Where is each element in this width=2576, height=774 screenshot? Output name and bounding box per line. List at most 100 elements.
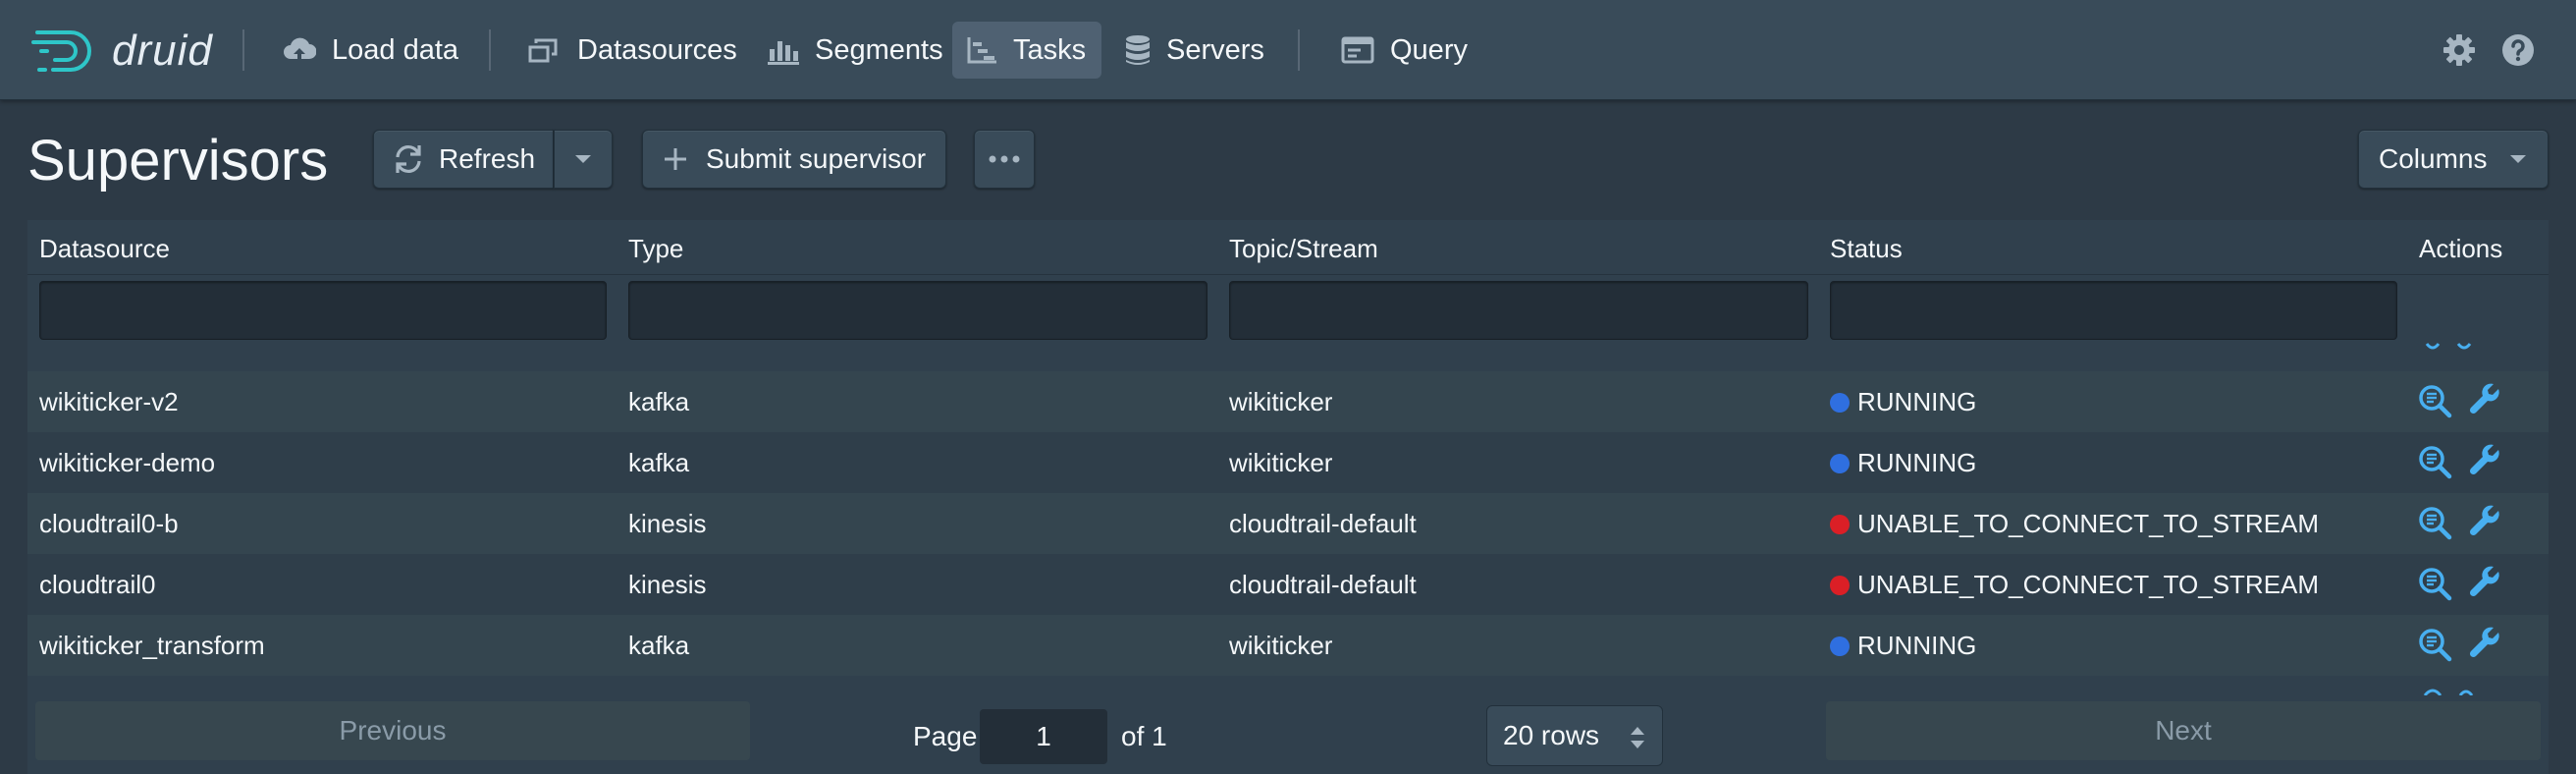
- nav-query[interactable]: Query: [1327, 22, 1481, 79]
- cell-type: kafka: [628, 631, 690, 660]
- cell-status: UNABLE_TO_CONNECT_TO_STREAM: [1830, 509, 2319, 539]
- scroll-hint-icon: [2425, 343, 2472, 350]
- nav-label: Query: [1390, 33, 1468, 66]
- cell-datasource: wikiticker-demo: [39, 448, 216, 477]
- scroll-hint-icon: [2423, 689, 2474, 695]
- cloud-upload-icon: [284, 37, 316, 63]
- cell-datasource: wikiticker-v2: [39, 387, 179, 416]
- table-header: Datasource Type Topic/Stream Status Acti…: [27, 220, 2549, 275]
- table-row: wikiticker_transform kafka wikiticker RUNNI…: [27, 615, 2549, 676]
- druid-logo-icon: [31, 30, 91, 72]
- multi-select-icon: [528, 38, 558, 63]
- nav-divider: [489, 29, 491, 71]
- stacked-chart-icon: [768, 41, 799, 65]
- cell-topic: wikiticker: [1229, 631, 1333, 660]
- cell-type: kafka: [628, 448, 690, 477]
- cell-type: kafka: [628, 387, 690, 416]
- nav-label: Servers: [1166, 33, 1264, 66]
- caret-down-icon: [2510, 155, 2527, 163]
- view-details-icon[interactable]: [2417, 566, 2452, 601]
- help-icon[interactable]: [2501, 33, 2535, 67]
- refresh-label: Refresh: [439, 143, 536, 174]
- view-details-icon[interactable]: [2417, 505, 2452, 540]
- database-icon: [1126, 35, 1150, 65]
- view-details-icon[interactable]: [2417, 627, 2452, 662]
- header-type[interactable]: Type: [628, 234, 683, 264]
- status-text: RUNNING: [1857, 387, 1977, 416]
- more-options-button[interactable]: [974, 130, 1035, 189]
- top-navbar: druid Load data Datasources Segments Tas…: [0, 0, 2576, 100]
- wrench-icon[interactable]: [2468, 383, 2503, 418]
- nav-servers[interactable]: Servers: [1111, 22, 1278, 79]
- status-dot-icon: [1830, 454, 1850, 473]
- rows-per-page-label: 20 rows: [1503, 720, 1600, 750]
- table-row: cloudtrail0-b kinesis cloudtrail-default UN…: [27, 493, 2549, 554]
- datasource-filter-input[interactable]: [39, 281, 607, 340]
- status-dot-icon: [1830, 393, 1850, 413]
- cell-datasource: cloudtrail0: [39, 570, 156, 599]
- page-number-input[interactable]: 1: [980, 709, 1107, 764]
- nav-tasks[interactable]: Tasks: [952, 22, 1101, 79]
- cell-topic: wikiticker: [1229, 387, 1333, 416]
- refresh-icon: [396, 144, 421, 174]
- page-label: Page: [913, 721, 978, 751]
- view-details-icon[interactable]: [2417, 444, 2452, 479]
- nav-load-data[interactable]: Load data: [269, 22, 472, 79]
- nav-divider: [1298, 29, 1300, 71]
- logo-text: druid: [112, 27, 213, 75]
- submit-supervisor-label: Submit supervisor: [706, 143, 927, 174]
- wrench-icon[interactable]: [2468, 627, 2503, 662]
- wrench-icon[interactable]: [2468, 505, 2503, 540]
- nav-label: Tasks: [1013, 33, 1087, 66]
- status-text: RUNNING: [1857, 631, 1977, 660]
- nav-segments[interactable]: Segments: [754, 22, 957, 79]
- cell-datasource: wikiticker_transform: [39, 631, 265, 660]
- more-icon: [989, 155, 1020, 163]
- cell-status: RUNNING: [1830, 387, 1976, 417]
- status-dot-icon: [1830, 636, 1850, 656]
- nav-datasources[interactable]: Datasources: [514, 22, 751, 79]
- application-icon: [1341, 36, 1374, 64]
- next-button[interactable]: Next: [1826, 701, 2541, 760]
- wrench-icon[interactable]: [2468, 444, 2503, 479]
- cell-datasource: cloudtrail0-b: [39, 509, 179, 538]
- supervisors-table: Datasource Type Topic/Stream Status Acti…: [27, 220, 2549, 695]
- nav-label: Load data: [332, 33, 459, 66]
- view-details-icon[interactable]: [2417, 383, 2452, 418]
- druid-logo[interactable]: druid: [31, 26, 213, 77]
- status-text: UNABLE_TO_CONNECT_TO_STREAM: [1857, 509, 2320, 538]
- cell-status: RUNNING: [1830, 631, 1976, 661]
- submit-supervisor-button[interactable]: Submit supervisor: [642, 130, 946, 189]
- type-filter-input[interactable]: [628, 281, 1208, 340]
- status-dot-icon: [1830, 576, 1850, 595]
- plus-icon: [665, 148, 686, 170]
- caret-down-icon: [575, 155, 591, 163]
- header-status[interactable]: Status: [1830, 234, 1903, 264]
- status-filter-input[interactable]: [1830, 281, 2397, 340]
- wrench-icon[interactable]: [2468, 566, 2503, 601]
- refresh-button[interactable]: Refresh: [373, 130, 554, 189]
- header-datasource[interactable]: Datasource: [39, 234, 170, 264]
- topic-filter-input[interactable]: [1229, 281, 1808, 340]
- header-actions: Actions: [2419, 234, 2503, 263]
- cell-status: RUNNING: [1830, 448, 1976, 478]
- cell-type: kinesis: [628, 509, 707, 538]
- cell-topic: cloudtrail-default: [1229, 509, 1417, 538]
- cell-topic: wikiticker: [1229, 448, 1333, 477]
- page-title: Supervisors: [27, 129, 329, 193]
- status-text: UNABLE_TO_CONNECT_TO_STREAM: [1857, 570, 2320, 599]
- columns-button[interactable]: Columns: [2358, 130, 2549, 189]
- cell-topic: cloudtrail-default: [1229, 570, 1417, 599]
- nav-divider: [242, 29, 244, 71]
- page-count-label: of 1: [1121, 721, 1167, 751]
- nav-label: Datasources: [577, 33, 737, 66]
- refresh-options-button[interactable]: [554, 130, 613, 189]
- gear-icon[interactable]: [2442, 33, 2476, 67]
- previous-button[interactable]: Previous: [35, 701, 750, 760]
- table-row: wikiticker-demo kafka wikiticker RUNNING: [27, 432, 2549, 493]
- pagination-bar: Previous Page 1 of 1 20 rows Next: [27, 695, 2549, 774]
- nav-label: Segments: [815, 33, 943, 66]
- rows-per-page-select[interactable]: 20 rows: [1486, 705, 1663, 766]
- header-topic-stream[interactable]: Topic/Stream: [1229, 234, 1378, 264]
- table-row: cloudtrail0 kinesis cloudtrail-default UNAB…: [27, 554, 2549, 615]
